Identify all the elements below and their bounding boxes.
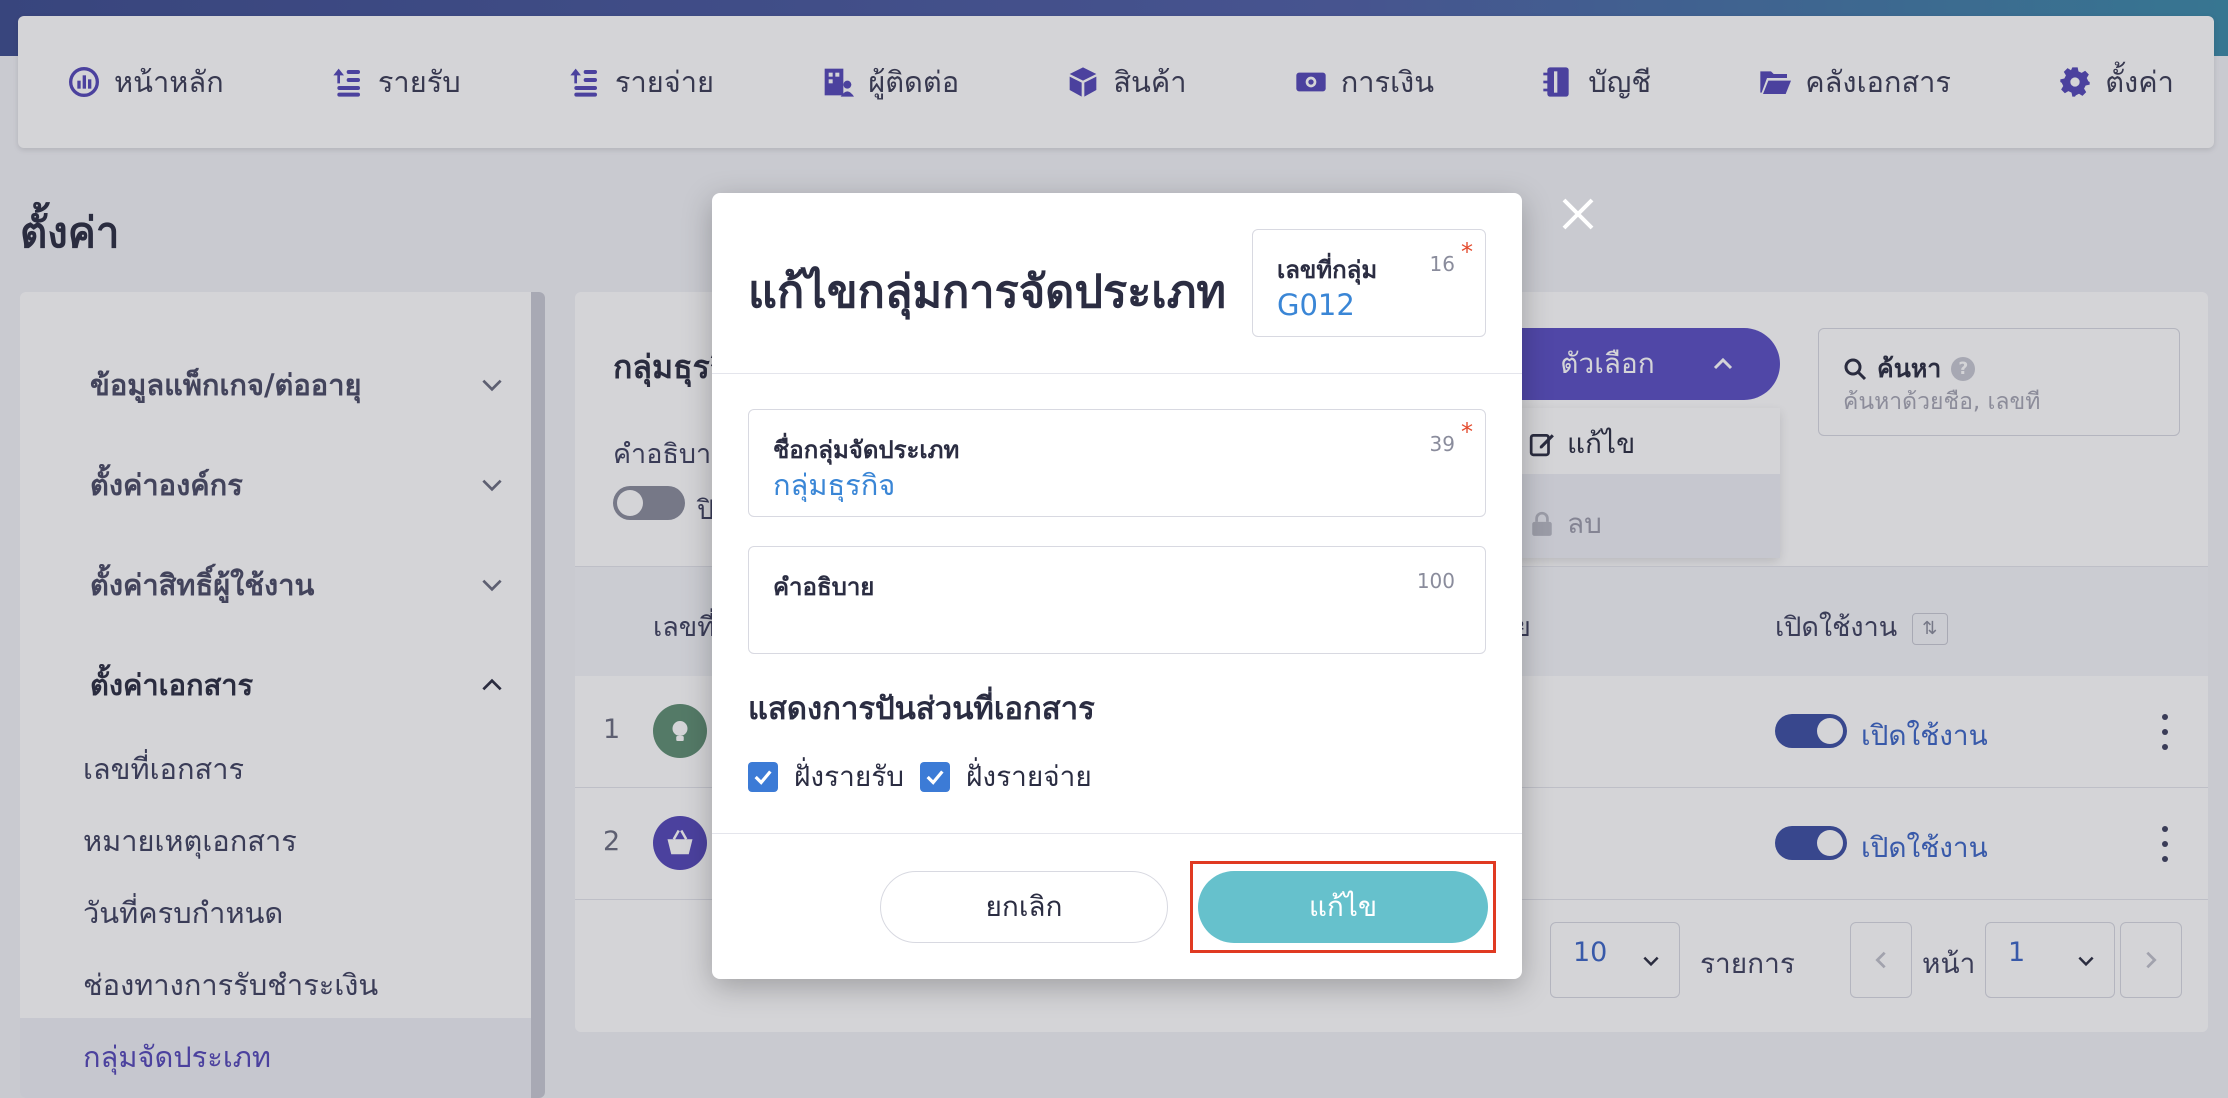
group-number-label: เลขที่กลุ่ม bbox=[1277, 256, 1378, 284]
expense-side-label: ฝั่งรายจ่าย bbox=[966, 760, 1092, 793]
group-number-count: 16 bbox=[1429, 252, 1455, 276]
checkbox-checked-icon[interactable] bbox=[748, 762, 778, 792]
group-name-count: 39 bbox=[1429, 432, 1455, 456]
required-mark: * bbox=[1461, 238, 1473, 266]
close-icon[interactable] bbox=[1558, 194, 1598, 234]
save-edit-button[interactable]: แก้ไข bbox=[1198, 871, 1488, 943]
allocation-section-title: แสดงการปันส่วนที่เอกสาร bbox=[748, 691, 1095, 727]
group-number-input[interactable] bbox=[1277, 288, 1475, 322]
group-number-field[interactable]: เลขที่กลุ่ม 16 * bbox=[1252, 229, 1486, 337]
group-name-label: ชื่อกลุ่มจัดประเภท bbox=[773, 436, 960, 464]
description-count: 100 bbox=[1416, 569, 1455, 593]
edit-group-modal: แก้ไขกลุ่มการจัดประเภท เลขที่กลุ่ม 16 * … bbox=[712, 193, 1522, 979]
expense-side-checkbox[interactable]: ฝั่งรายจ่าย bbox=[920, 755, 1092, 799]
modal-header-divider bbox=[712, 373, 1522, 374]
group-name-input[interactable] bbox=[773, 468, 1399, 502]
description-input[interactable] bbox=[773, 605, 1399, 639]
income-side-label: ฝั่งรายรับ bbox=[794, 760, 905, 793]
modal-title: แก้ไขกลุ่มการจัดประเภท bbox=[748, 265, 1227, 318]
description-field[interactable]: คำอธิบาย 100 bbox=[748, 546, 1486, 654]
checkbox-checked-icon[interactable] bbox=[920, 762, 950, 792]
cancel-button[interactable]: ยกเลิก bbox=[880, 871, 1168, 943]
group-name-field[interactable]: ชื่อกลุ่มจัดประเภท 39 * bbox=[748, 409, 1486, 517]
required-mark: * bbox=[1461, 418, 1473, 446]
modal-footer-divider bbox=[712, 833, 1522, 834]
income-side-checkbox[interactable]: ฝั่งรายรับ bbox=[748, 755, 904, 799]
description-label: คำอธิบาย bbox=[773, 573, 875, 601]
